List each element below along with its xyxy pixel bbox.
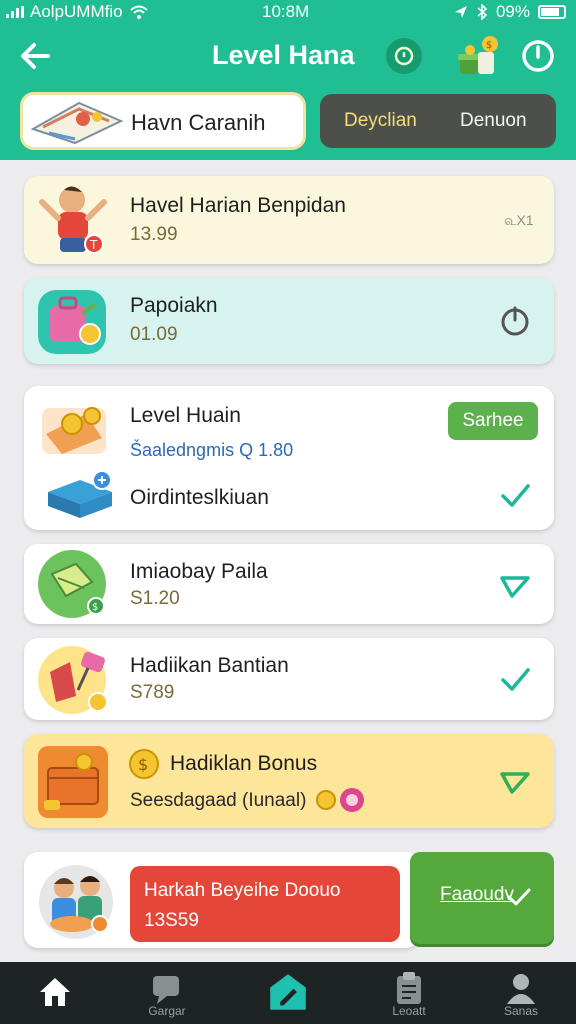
tab-label: Leoatt — [392, 1004, 426, 1018]
tab-deyclian[interactable]: Deyclian — [344, 110, 417, 132]
tab-clipboard[interactable]: Leoatt — [354, 962, 464, 1024]
tab-label: Gargar — [148, 1004, 186, 1018]
item-value: S789 — [130, 682, 175, 703]
tab-group: Havn Caranih Deyclian Denuon — [20, 92, 556, 150]
svg-text:$: $ — [138, 755, 148, 774]
help-icon — [394, 46, 414, 66]
box-icon — [48, 470, 112, 518]
tag-icon — [38, 646, 108, 714]
item-title: Hadiklan Bonus — [170, 752, 318, 775]
sarhee-button[interactable]: Sarhee — [448, 402, 538, 440]
item-value: S1.20 — [130, 588, 180, 609]
tab-label: Havn Caranih — [131, 110, 266, 135]
item-side-label: ௳X1 — [504, 212, 534, 228]
status-time: 10:8M — [262, 2, 310, 21]
status-right: 09% — [454, 2, 566, 22]
map-thumbnail-icon — [30, 101, 124, 145]
item-value: 13.99 — [130, 224, 178, 245]
tab-home[interactable] — [0, 962, 110, 1024]
chest-icon — [38, 746, 108, 818]
item-title: Havel Harian Benpidan — [130, 194, 346, 217]
power-icon — [522, 40, 554, 72]
check-icon[interactable] — [498, 568, 532, 602]
item-title: Level Huain — [130, 404, 241, 427]
top-nav: Level Hana $ — [0, 34, 576, 80]
check-icon — [507, 888, 531, 906]
svg-text:T: T — [89, 238, 98, 252]
bottom-tab-bar: Gargar Leoatt Sanas — [0, 962, 576, 1024]
person-icon: T — [39, 186, 107, 254]
suitcase-icon — [38, 290, 106, 354]
item-value: 01.09 — [130, 324, 178, 345]
gift-coins-icon: $ — [458, 36, 498, 74]
coins-icon — [42, 407, 106, 454]
carrier-group: AolpUMMfio — [6, 2, 149, 22]
battery-icon — [538, 5, 566, 19]
tab-group-inactive: Deyclian Denuon — [320, 94, 556, 148]
redeem-bonus-button[interactable]: Harkah Beyeihe Doouo 13S59 — [130, 866, 400, 942]
button-label: Sarhee — [462, 410, 524, 431]
home-icon — [40, 978, 70, 1006]
confirm-button[interactable]: Faaoudv — [410, 852, 554, 944]
check-icon[interactable] — [498, 764, 532, 798]
list-item[interactable]: T Havel Harian Benpidan 13.99 ௳X1 — [24, 176, 554, 264]
tab-label: Sanas — [503, 1004, 539, 1018]
list-item[interactable]: Level Huain Ṥaaledngmis Q 1.80 Sarhee Oi… — [24, 386, 554, 530]
item-subtitle: Ṥaaledngmis Q 1.80 — [130, 440, 294, 460]
help-button[interactable] — [386, 38, 422, 74]
bluetooth-icon — [477, 4, 488, 20]
app-header: AolpUMMfio 10:8M 09% Level Hana $ Havn C… — [0, 0, 576, 160]
battery-percent: 09% — [495, 2, 530, 21]
chat-icon — [153, 976, 179, 1004]
item-secondary-title: Oirdinteslkiuan — [130, 486, 269, 509]
location-icon — [454, 6, 467, 18]
check-icon[interactable] — [498, 662, 532, 696]
bottom-action-row: Harkah Beyeihe Doouo 13S59 Faaoudv — [24, 852, 554, 948]
list-item[interactable]: $ Imiaobay Paila S1.20 — [24, 544, 554, 624]
profile-icon — [507, 974, 535, 1004]
svg-text:$: $ — [92, 602, 98, 613]
clipboard-icon — [397, 972, 421, 1004]
edit-icon — [270, 974, 306, 1010]
tab-chat[interactable]: Gargar — [112, 962, 222, 1024]
item-value: Seesdagaad (Iunaal) — [130, 790, 307, 811]
button-title: Harkah Beyeihe Doouo — [144, 880, 341, 901]
wifi-icon — [129, 5, 148, 19]
item-title: Imiaobay Paila — [130, 560, 268, 583]
item-title: Hadiikan Bantian — [130, 654, 289, 677]
list-item[interactable]: Papoiakn 01.09 — [24, 278, 554, 364]
tab-profile[interactable]: Sanas — [466, 962, 576, 1024]
list-item[interactable]: $ Hadiklan Bonus Seesdagaad (Iunaal) — [24, 734, 554, 828]
list-item[interactable]: Hadiikan Bantian S789 — [24, 638, 554, 720]
kids-icon — [39, 865, 113, 939]
item-title: Papoiakn — [130, 294, 218, 317]
svg-text:$: $ — [486, 40, 492, 51]
carrier-name: AolpUMMfio — [30, 2, 123, 21]
coin-icon: $ — [129, 749, 159, 779]
back-button[interactable] — [18, 38, 54, 74]
button-label: Faaoudv — [440, 884, 514, 905]
tab-edit[interactable] — [233, 962, 343, 1024]
map-icon: $ — [38, 550, 106, 618]
badge-icon — [316, 788, 364, 812]
power-icon[interactable] — [498, 304, 532, 338]
tab-havn-caranih[interactable]: Havn Caranih — [20, 92, 306, 150]
check-icon[interactable] — [498, 478, 532, 512]
page-title: Level Hana — [212, 40, 355, 70]
button-value: 13S59 — [144, 910, 199, 931]
back-arrow-icon — [21, 43, 50, 69]
tab-denuon[interactable]: Denuon — [460, 110, 527, 132]
power-button[interactable] — [520, 38, 556, 74]
rewards-button[interactable]: $ — [456, 34, 502, 78]
status-bar: AolpUMMfio 10:8M 09% — [0, 2, 576, 24]
signal-bars-icon — [6, 6, 24, 18]
